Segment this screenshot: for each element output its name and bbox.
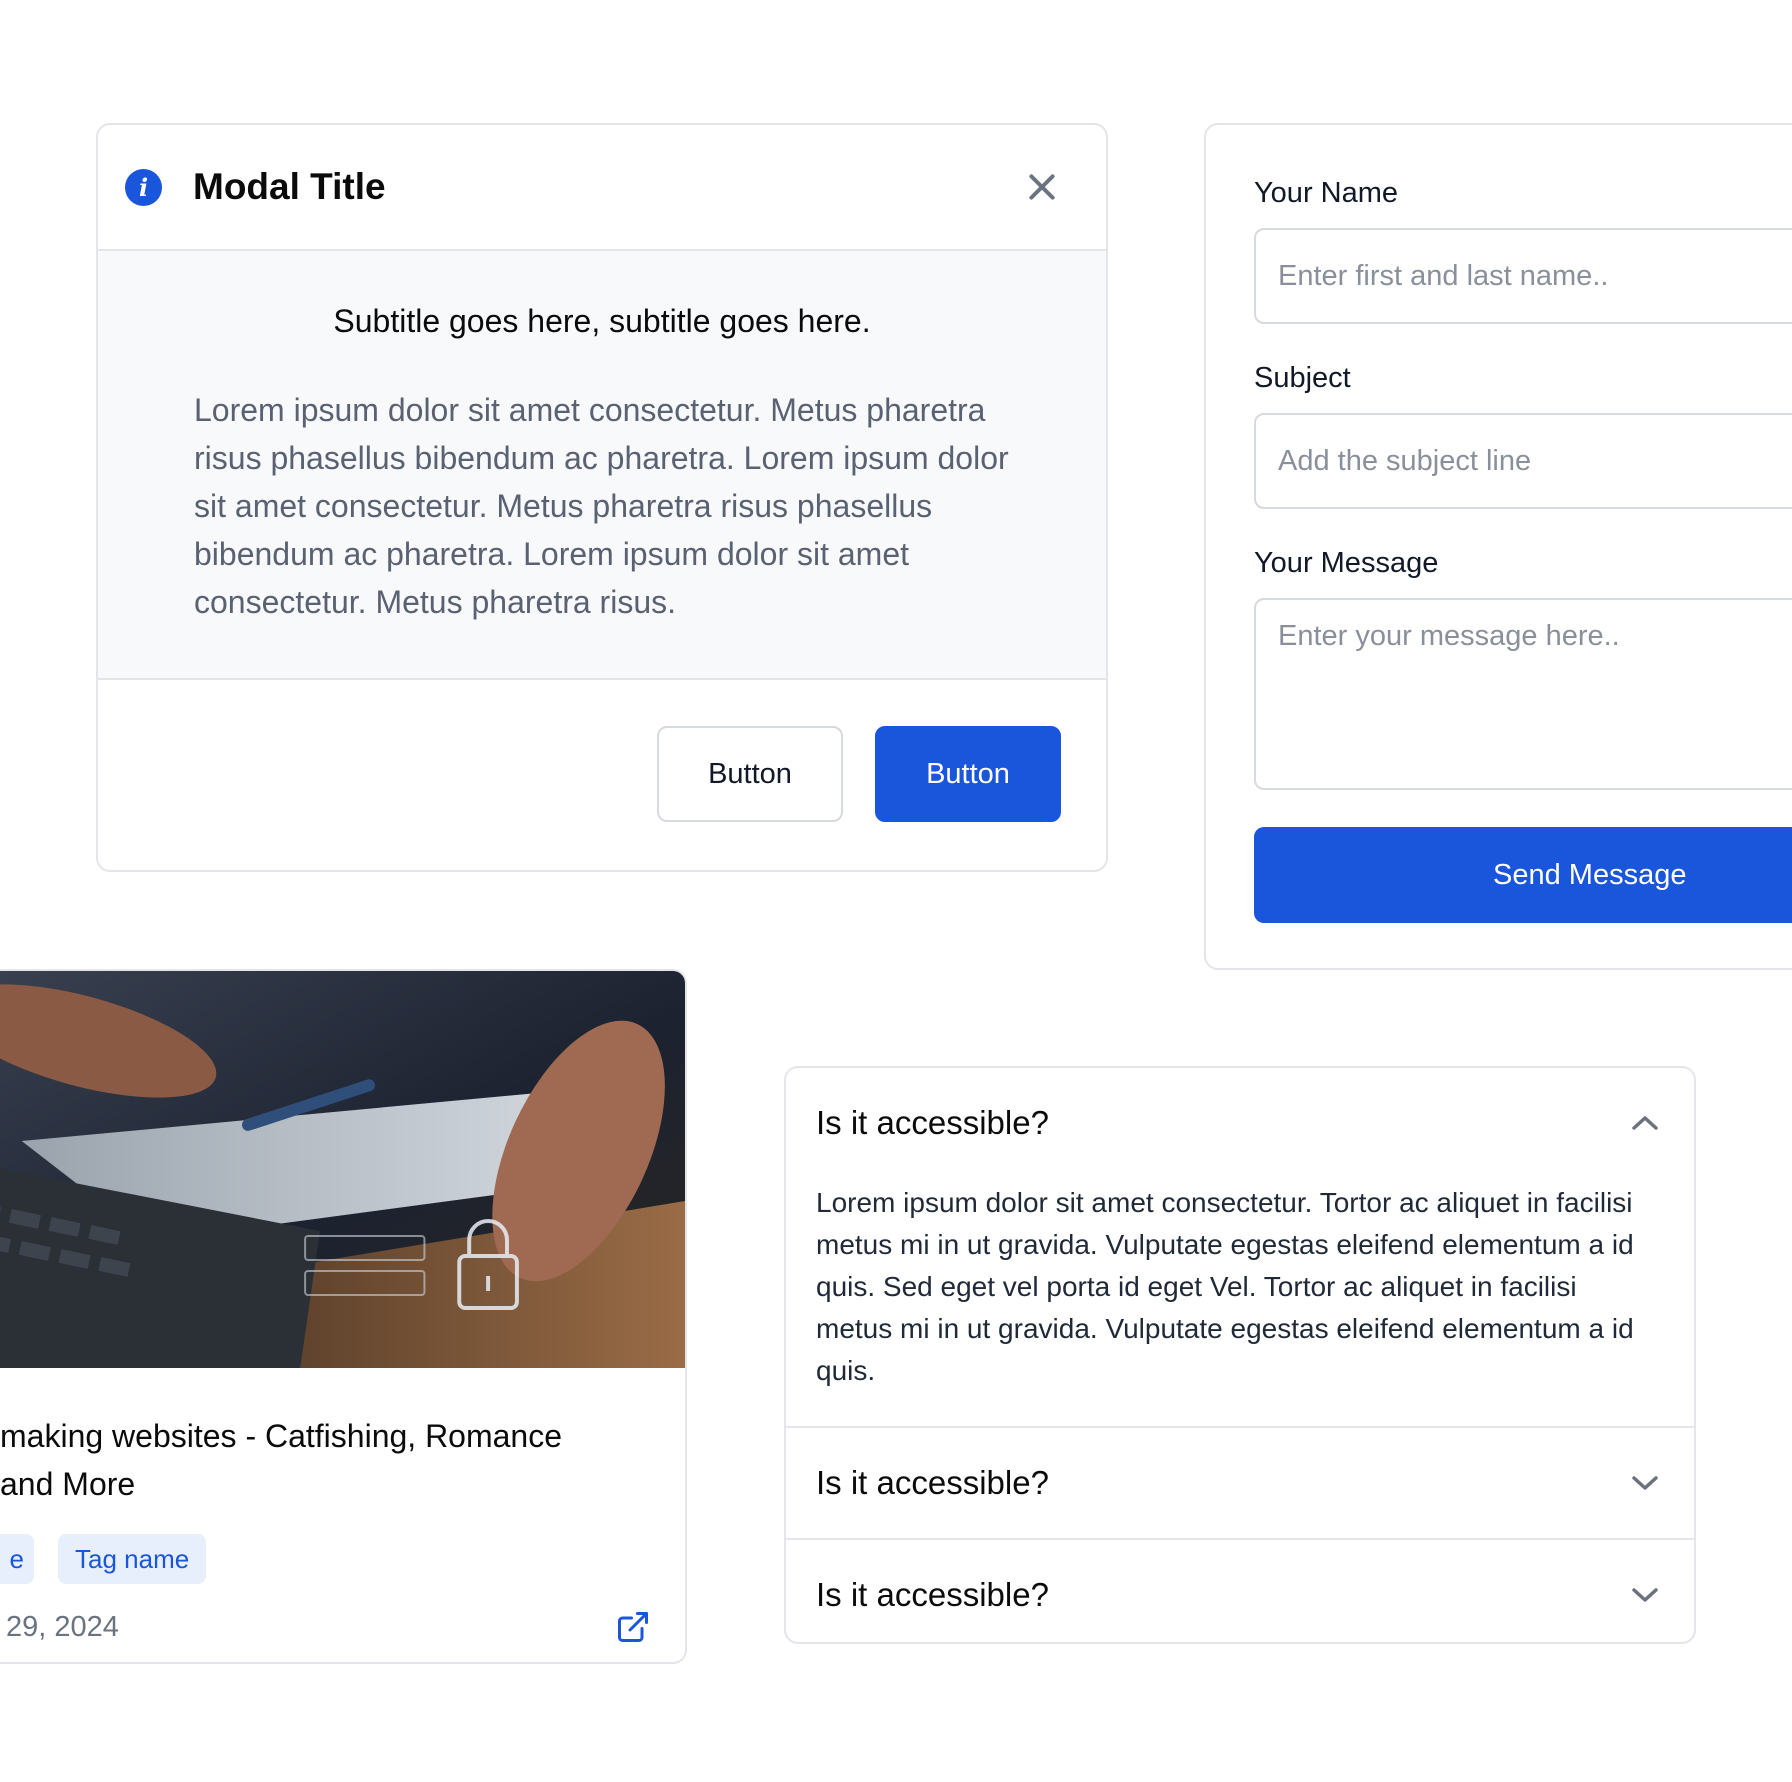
modal-header: i Modal Title <box>98 125 1106 251</box>
close-icon[interactable] <box>1024 169 1060 205</box>
modal-body: Subtitle goes here, subtitle goes here. … <box>98 251 1106 680</box>
accordion-item: Is it accessible? <box>786 1428 1694 1540</box>
chevron-down-icon <box>1632 1588 1658 1602</box>
chevron-down-icon <box>1632 1476 1658 1490</box>
name-input[interactable] <box>1254 228 1792 324</box>
send-message-button[interactable]: Send Message <box>1254 827 1792 923</box>
accordion-question: Is it accessible? <box>816 1576 1049 1613</box>
secondary-button[interactable]: Button <box>657 726 843 822</box>
blog-date: 29, 2024 <box>6 1610 119 1643</box>
blog-card[interactable]: making websites - Catfishing, Romance an… <box>0 969 687 1664</box>
chevron-up-icon <box>1632 1116 1658 1130</box>
primary-button[interactable]: Button <box>875 726 1061 822</box>
name-label: Your Name <box>1254 177 1399 209</box>
external-link-icon[interactable] <box>615 1609 651 1645</box>
info-icon: i <box>125 168 162 206</box>
accordion-header[interactable]: Is it accessible? <box>786 1540 1694 1642</box>
accordion-item: Is it accessible? Lorem ipsum dolor sit … <box>786 1068 1694 1428</box>
tag-list: e Tag name <box>0 1534 685 1584</box>
message-label: Your Message <box>1254 547 1439 579</box>
message-textarea[interactable] <box>1254 598 1792 790</box>
modal-dialog: i Modal Title Subtitle goes here, subtit… <box>96 123 1108 872</box>
blog-cover-image <box>0 971 685 1368</box>
modal-footer: Button Button <box>98 680 1106 822</box>
tag[interactable]: e <box>0 1534 34 1584</box>
subject-input[interactable] <box>1254 413 1792 509</box>
subject-label: Subject <box>1254 362 1351 394</box>
contact-form: Your Name Subject Your Message Send Mess… <box>1204 123 1792 970</box>
modal-title: Modal Title <box>193 166 386 207</box>
blog-title[interactable]: making websites - Catfishing, Romance an… <box>0 1412 620 1508</box>
accordion-question: Is it accessible? <box>816 1104 1049 1141</box>
accordion-question: Is it accessible? <box>816 1464 1049 1501</box>
accordion-header[interactable]: Is it accessible? <box>786 1068 1694 1178</box>
faq-accordion: Is it accessible? Lorem ipsum dolor sit … <box>784 1066 1696 1644</box>
accordion-item: Is it accessible? <box>786 1540 1694 1642</box>
modal-subtitle: Subtitle goes here, subtitle goes here. <box>333 303 871 339</box>
modal-body-text: Lorem ipsum dolor sit amet consectetur. … <box>194 392 1009 620</box>
blog-footer: 29, 2024 <box>6 1609 651 1645</box>
accordion-header[interactable]: Is it accessible? <box>786 1428 1694 1538</box>
accordion-answer: Lorem ipsum dolor sit amet consectetur. … <box>816 1187 1634 1386</box>
tag[interactable]: Tag name <box>58 1534 207 1584</box>
